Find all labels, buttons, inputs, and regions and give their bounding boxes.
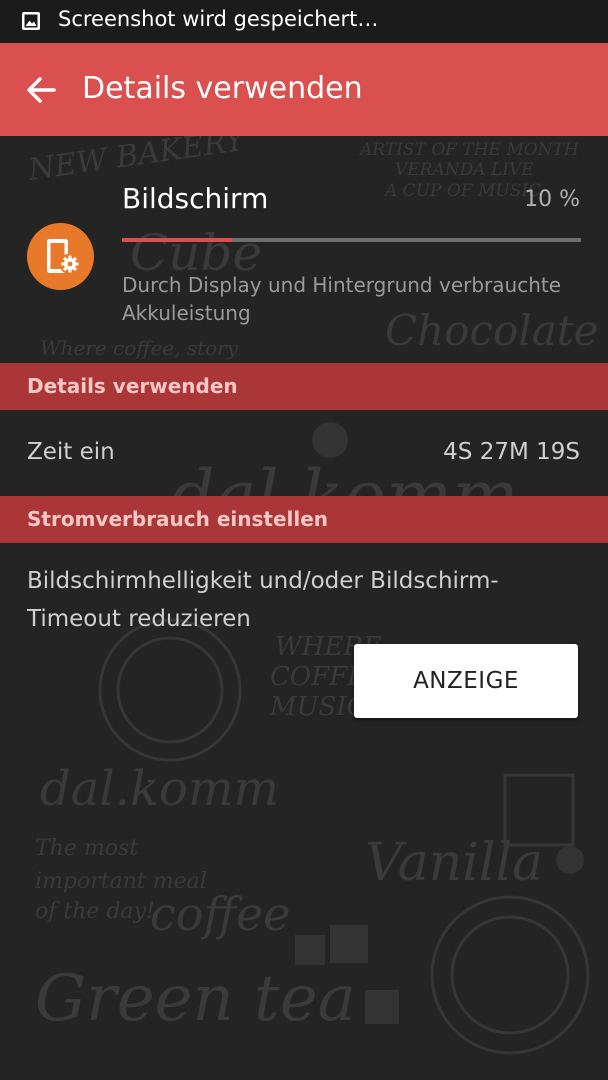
page-title: Details verwenden xyxy=(82,71,363,106)
battery-usage-item: Bildschirm 10 % Durch Display und Hinter… xyxy=(0,136,608,362)
section-header-power: Stromverbrauch einstellen xyxy=(0,496,608,543)
status-notification-text: Screenshot wird gespeichert… xyxy=(58,7,379,31)
app-bar: Details verwenden xyxy=(0,43,608,136)
status-bar: Screenshot wird gespeichert… xyxy=(0,0,608,43)
usage-percent: 10 % xyxy=(524,187,580,212)
arrow-left-icon xyxy=(27,77,56,103)
svg-text:dal.komm: dal.komm xyxy=(40,761,279,817)
screen-settings-icon xyxy=(27,223,94,290)
usage-description: Durch Display und Hintergrund verbraucht… xyxy=(122,273,562,325)
power-tip-text: Bildschirmhelligkeit und/oder Bildschirm… xyxy=(27,568,499,632)
time-on-value: 4S 27M 19S xyxy=(443,439,580,465)
svg-text:of the day!: of the day! xyxy=(35,899,155,924)
section-header-label: Stromverbrauch einstellen xyxy=(27,507,329,531)
usage-progress-fill xyxy=(122,238,233,242)
display-settings-button[interactable]: ANZEIGE xyxy=(354,644,578,718)
svg-text:The most: The most xyxy=(35,836,138,861)
usage-progress-bar xyxy=(122,238,581,242)
section-header-label: Details verwenden xyxy=(27,374,238,398)
svg-text:coffee: coffee xyxy=(150,887,291,941)
time-on-row: Zeit ein 4S 27M 19S xyxy=(0,410,608,496)
back-button[interactable] xyxy=(18,67,64,113)
usage-item-title: Bildschirm xyxy=(122,182,269,215)
section-header-details: Details verwenden xyxy=(0,363,608,410)
display-button-label: ANZEIGE xyxy=(413,668,519,694)
svg-text:Green tea: Green tea xyxy=(35,962,356,1036)
svg-text:Vanilla: Vanilla xyxy=(365,833,543,893)
time-on-label: Zeit ein xyxy=(27,439,115,465)
image-icon xyxy=(22,12,40,30)
screen: NEW BAKERY ARTIST OF THE MONTH VERANDA L… xyxy=(0,0,608,1080)
